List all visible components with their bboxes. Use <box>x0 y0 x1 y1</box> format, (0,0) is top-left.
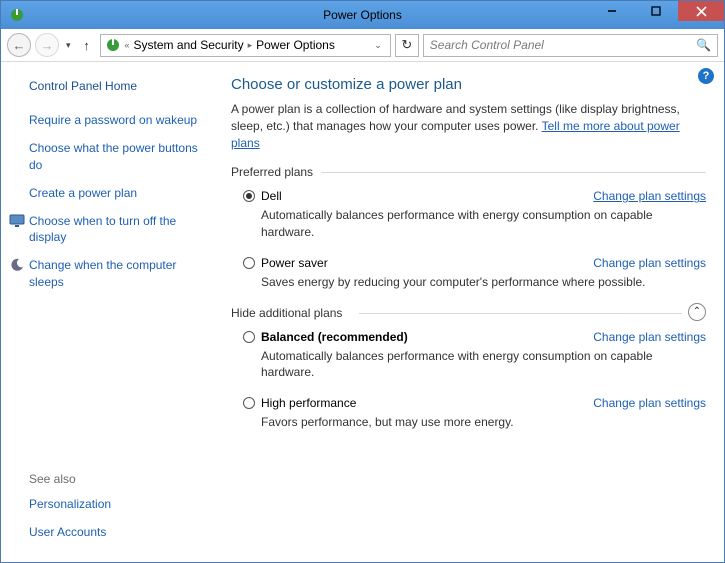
change-plan-settings-link[interactable]: Change plan settings <box>593 396 706 410</box>
collapse-icon[interactable]: ⌃ <box>688 303 706 321</box>
breadcrumb-sep-icon: « <box>123 40 132 50</box>
close-button[interactable] <box>678 1 724 21</box>
plan-name: Dell <box>261 189 282 203</box>
up-button[interactable]: ↑ <box>78 36 96 54</box>
plan-description: Saves energy by reducing your computer's… <box>261 274 661 290</box>
titlebar: Power Options <box>1 1 724 29</box>
change-plan-settings-link[interactable]: Change plan settings <box>593 189 706 203</box>
toolbar: ← → ▾ ↑ « System and Security ▸ Power Op… <box>1 29 724 62</box>
sidebar-require-password[interactable]: Require a password on wakeup <box>29 112 211 128</box>
page-description: A power plan is a collection of hardware… <box>231 101 706 151</box>
forward-button[interactable]: → <box>35 33 59 57</box>
address-bar[interactable]: « System and Security ▸ Power Options ⌄ <box>100 34 391 57</box>
help-icon[interactable]: ? <box>698 68 714 84</box>
change-plan-settings-link[interactable]: Change plan settings <box>593 256 706 270</box>
hide-additional-plans-label: Hide additional plans ⌃ <box>231 306 706 320</box>
breadcrumb-seg-1[interactable]: System and Security <box>134 38 244 52</box>
plan-high-performance: High performance Change plan settings Fa… <box>243 396 706 430</box>
plan-radio-high-performance[interactable] <box>243 397 255 409</box>
plan-power-saver: Power saver Change plan settings Saves e… <box>243 256 706 290</box>
plan-name: Balanced (recommended) <box>261 330 408 344</box>
change-plan-settings-link[interactable]: Change plan settings <box>593 330 706 344</box>
preferred-plans-label: Preferred plans <box>231 165 706 179</box>
minimize-button[interactable] <box>590 1 634 21</box>
control-panel-home-link[interactable]: Control Panel Home <box>29 78 211 94</box>
sidebar-sleep[interactable]: Change when the computer sleeps <box>29 257 211 289</box>
search-icon: 🔍 <box>696 38 711 52</box>
page-heading: Choose or customize a power plan <box>231 76 706 93</box>
control-panel-icon <box>105 37 121 53</box>
plan-name: High performance <box>261 396 356 410</box>
plan-description: Automatically balances performance with … <box>261 348 661 380</box>
see-also-user-accounts[interactable]: User Accounts <box>29 524 211 540</box>
sidebar-power-buttons[interactable]: Choose what the power buttons do <box>29 140 211 172</box>
moon-icon <box>9 257 25 273</box>
address-dropdown-icon[interactable]: ⌄ <box>370 40 386 51</box>
plan-radio-balanced[interactable] <box>243 331 255 343</box>
window-title: Power Options <box>323 8 402 22</box>
refresh-button[interactable]: ↻ <box>395 34 419 57</box>
search-placeholder: Search Control Panel <box>430 38 544 52</box>
see-also-personalization[interactable]: Personalization <box>29 496 211 512</box>
plan-radio-power-saver[interactable] <box>243 257 255 269</box>
breadcrumb-seg-2[interactable]: Power Options <box>256 38 335 52</box>
plan-name: Power saver <box>261 256 328 270</box>
see-also-label: See also <box>29 472 211 486</box>
plan-dell: Dell Change plan settings Automatically … <box>243 189 706 239</box>
history-dropdown[interactable]: ▾ <box>63 40 74 51</box>
plan-description: Automatically balances performance with … <box>261 207 661 239</box>
maximize-button[interactable] <box>634 1 678 21</box>
sidebar: Control Panel Home Require a password on… <box>1 62 221 562</box>
sidebar-display-off[interactable]: Choose when to turn off the display <box>29 213 211 245</box>
plan-description: Favors performance, but may use more ene… <box>261 414 661 430</box>
main-content: Choose or customize a power plan A power… <box>221 62 724 562</box>
back-button[interactable]: ← <box>7 33 31 57</box>
plan-radio-dell[interactable] <box>243 190 255 202</box>
search-input[interactable]: Search Control Panel 🔍 <box>423 34 718 57</box>
app-icon <box>7 5 27 25</box>
monitor-icon <box>9 213 25 229</box>
breadcrumb-sep-icon: ▸ <box>246 40 255 51</box>
sidebar-create-plan[interactable]: Create a power plan <box>29 185 211 201</box>
plan-balanced: Balanced (recommended) Change plan setti… <box>243 330 706 380</box>
